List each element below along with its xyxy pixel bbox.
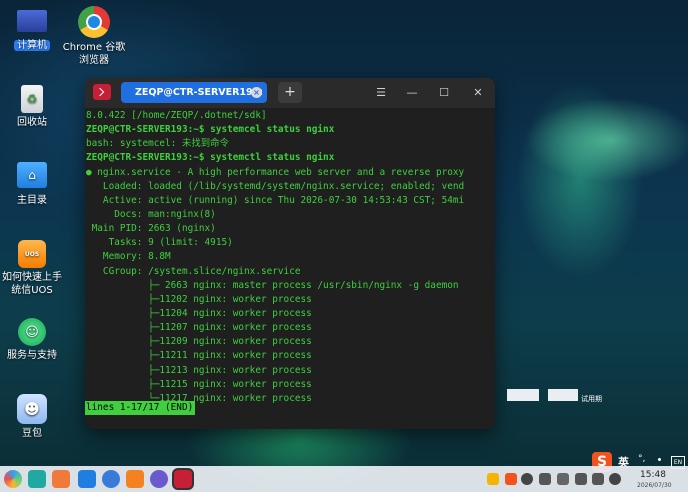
desktop-icon-label: 豆包	[22, 428, 42, 439]
ime-dot-icon	[658, 458, 661, 461]
terminal-line: Tasks: 9 (limit: 4915)	[86, 237, 233, 249]
trash-icon: ♻	[21, 85, 43, 113]
terminal-line: ├─11209 nginx: worker process	[86, 336, 312, 348]
ime-punct-icon[interactable]: °,	[638, 454, 645, 464]
pager-status: lines 1-17/17 (END)	[85, 401, 196, 415]
tab-close-icon[interactable]: ×	[251, 87, 262, 98]
home-folder-icon: ⌂	[17, 162, 47, 188]
doubao-avatar-icon: ☻	[17, 394, 47, 424]
terminal-output[interactable]: 8.0.422 [/home/ZEQP/.dotnet/sdk] ZEQP@CT…	[85, 109, 495, 429]
tray-bluetooth-icon[interactable]	[539, 473, 551, 485]
launcher-icon[interactable]	[4, 470, 22, 488]
trial-label: 试用期	[581, 395, 602, 403]
desktop-icon-label: 计算机	[14, 40, 50, 51]
terminal-line: ├─11215 nginx: worker process	[86, 378, 312, 390]
desktop-icon-label: 服务与支持	[7, 350, 57, 361]
tray-pen-icon[interactable]	[557, 473, 569, 485]
terminal-app-icon	[93, 84, 111, 100]
taskbar	[0, 466, 688, 492]
tab-title: ZEQP@CTR-SERVER193: ~	[135, 87, 267, 98]
app-store-icon[interactable]	[52, 470, 70, 488]
terminal-line: ● nginx.service - A high performance web…	[86, 166, 465, 178]
browser-icon[interactable]	[102, 470, 120, 488]
terminal-line: ZEQP@CTR-SERVER193:~$ systemcel status n…	[86, 124, 335, 136]
desktop-icon-label: 如何快速上手统信UOS	[2, 272, 62, 296]
lightbulb-icon: UOS	[18, 240, 46, 268]
terminal-line: Active: active (running) since Thu 2026-…	[86, 194, 465, 206]
maximize-icon[interactable]: ☐	[435, 84, 453, 102]
music-icon[interactable]	[126, 470, 144, 488]
desktop-icon-doubao[interactable]: ☻ 豆包	[0, 394, 64, 440]
clock-time[interactable]: 15:48	[640, 470, 666, 480]
settings-icon[interactable]	[150, 470, 168, 488]
clock-date[interactable]: 2026/07/30	[637, 482, 672, 489]
terminal-line: ZEQP@CTR-SERVER193:~$ systemctl status n…	[86, 152, 335, 164]
terminal-line: ├─11213 nginx: worker process	[86, 364, 312, 376]
terminal-titlebar[interactable]: ZEQP@CTR-SERVER193: ~ × + ☰ — ☐ ✕	[85, 78, 495, 108]
desktop-icon-computer[interactable]: 计算机	[0, 8, 64, 52]
desktop-icon-label: 回收站	[17, 117, 47, 128]
support-headset-icon: ☺	[18, 318, 46, 346]
tray-app-icon[interactable]	[487, 473, 499, 485]
computer-icon	[17, 10, 47, 32]
terminal-line: bash: systemcel: 未找到命令	[86, 138, 229, 150]
desktop-icon-label: 主目录	[17, 195, 47, 206]
tray-network-icon[interactable]	[521, 473, 533, 485]
menu-icon[interactable]: ☰	[372, 84, 390, 102]
terminal-line: Memory: 8.8M	[86, 251, 171, 263]
file-manager-icon[interactable]	[78, 470, 96, 488]
tray-display-icon[interactable]	[575, 473, 587, 485]
tray-sogou-icon[interactable]	[505, 473, 517, 485]
terminal-line: Loaded: loaded (/lib/systemd/system/ngin…	[86, 180, 465, 192]
add-tab-button[interactable]: +	[278, 82, 302, 103]
desktop-icon-label: Chrome 谷歌浏览器	[62, 42, 126, 66]
desktop-icon-support[interactable]: ☺ 服务与支持	[0, 318, 64, 362]
desktop-icon-chrome[interactable]: Chrome 谷歌浏览器	[62, 6, 126, 67]
tray-power-icon[interactable]	[609, 473, 621, 485]
terminal-line: Main PID: 2663 (nginx)	[86, 223, 216, 235]
terminal-line: ├─11202 nginx: worker process	[86, 293, 312, 305]
uos-badge: UOS	[24, 250, 40, 258]
terminal-line: CGroup: /system.slice/nginx.service	[86, 265, 301, 277]
tray-volume-icon[interactable]	[592, 473, 604, 485]
terminal-line: 8.0.422 [/home/ZEQP/.dotnet/sdk]	[86, 110, 267, 121]
minimize-icon[interactable]: —	[403, 84, 421, 102]
desktop-widget-block	[507, 389, 539, 401]
close-icon[interactable]: ✕	[469, 84, 487, 102]
desktop-widget-block	[548, 389, 578, 401]
terminal-line: Docs: man:nginx(8)	[86, 208, 216, 220]
desktop-icon-uos-guide[interactable]: UOS 如何快速上手统信UOS	[0, 240, 64, 297]
terminal-taskbar-icon[interactable]	[174, 470, 192, 488]
terminal-line: ├─ 2663 nginx: master process /usr/sbin/…	[86, 279, 459, 291]
multitask-view-icon[interactable]	[28, 470, 46, 488]
terminal-tab[interactable]: ZEQP@CTR-SERVER193: ~ ×	[121, 82, 267, 103]
desktop-icon-trash[interactable]: ♻ 回收站	[0, 85, 64, 129]
terminal-line: ├─11211 nginx: worker process	[86, 350, 312, 362]
terminal-window[interactable]: ZEQP@CTR-SERVER193: ~ × + ☰ — ☐ ✕ 8.0.42…	[85, 78, 495, 429]
terminal-line: ├─11207 nginx: worker process	[86, 322, 312, 334]
terminal-line: ├─11204 nginx: worker process	[86, 307, 312, 319]
desktop-icon-home[interactable]: ⌂ 主目录	[0, 162, 64, 207]
chrome-icon	[78, 6, 110, 38]
